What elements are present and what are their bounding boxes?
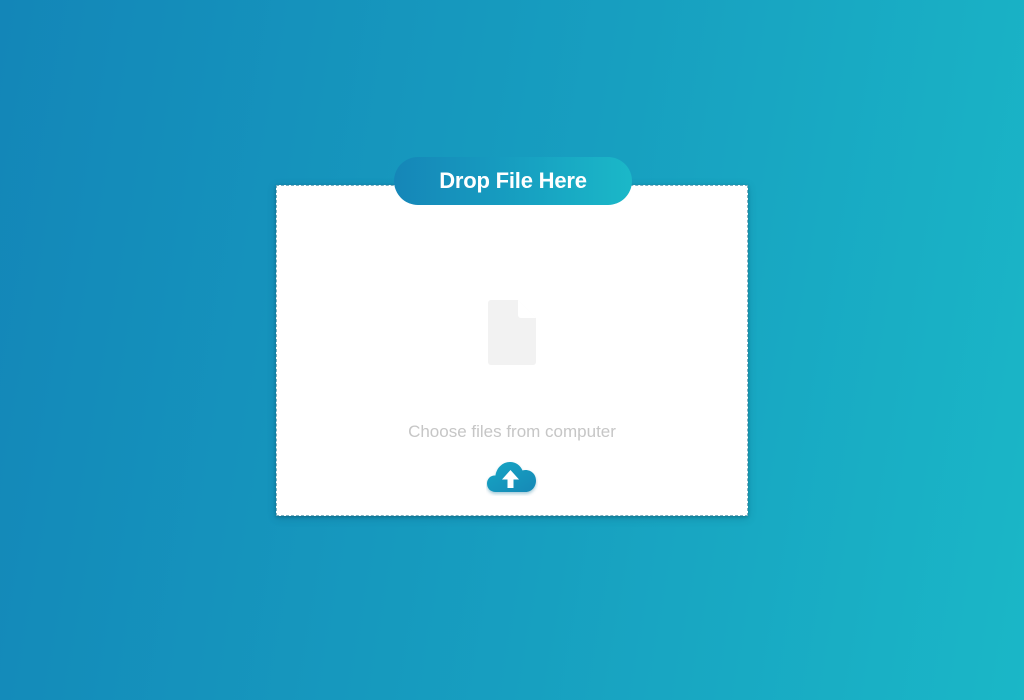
file-icon (488, 300, 536, 365)
cloud-upload-icon[interactable] (486, 456, 538, 496)
choose-files-text: Choose files from computer (408, 422, 616, 441)
drop-file-title: Drop File Here (394, 157, 632, 205)
drop-file-title-text: Drop File Here (439, 168, 587, 193)
